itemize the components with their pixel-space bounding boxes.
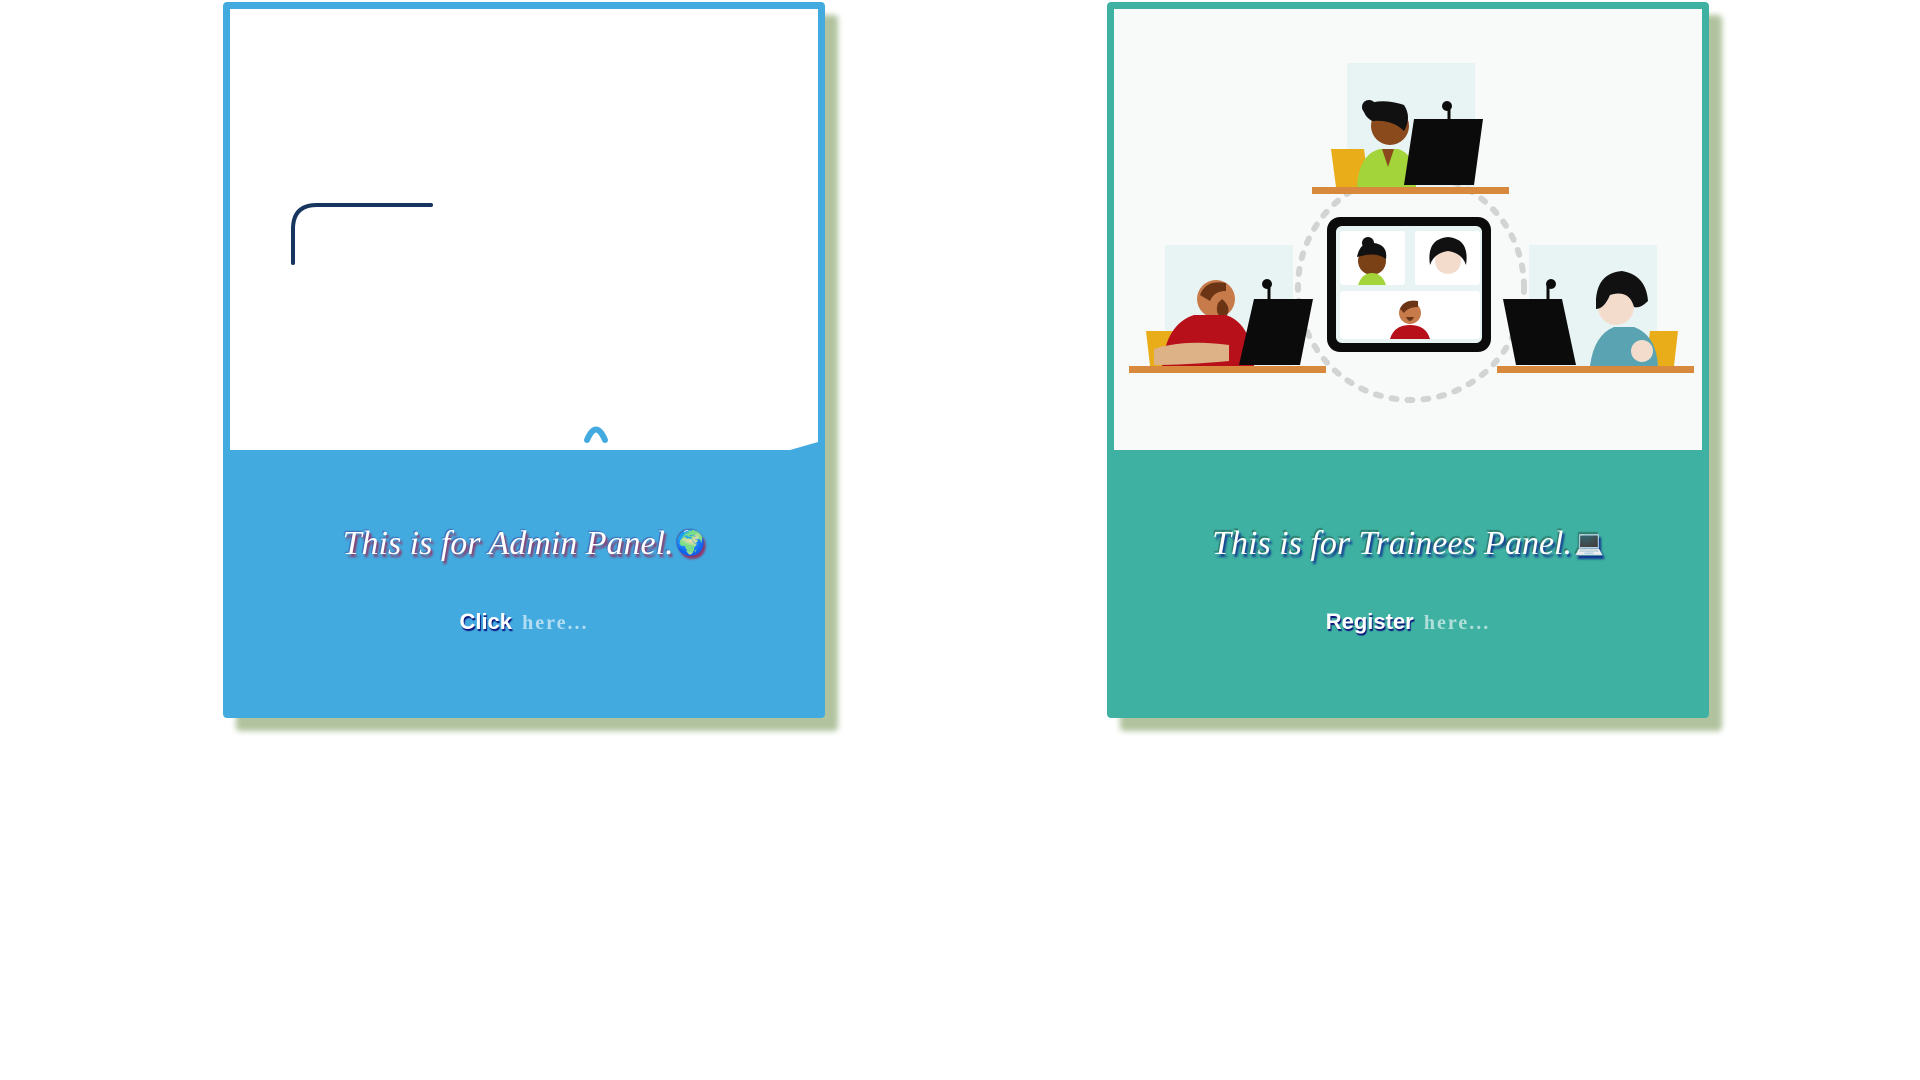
trainees-video-call-illustration (1114, 9, 1702, 450)
trainees-panel-title: This is for Trainees Panel.💻 (1212, 525, 1604, 562)
admin-panel-card[interactable]: This is for Admin Panel.🌍 Click here... (223, 2, 825, 718)
globe-icon: 🌍 (675, 531, 706, 557)
admin-panel-image (230, 9, 818, 450)
trainees-here-label[interactable]: here... (1424, 612, 1490, 634)
admin-panel-title: This is for Admin Panel.🌍 (342, 525, 706, 562)
admin-click-here-link[interactable]: Click here... (230, 609, 818, 635)
admin-here-label[interactable]: here... (522, 612, 588, 634)
admin-click-label[interactable]: Click (459, 609, 512, 634)
trainees-register-label[interactable]: Register (1326, 609, 1414, 634)
trainees-panel-card[interactable]: This is for Trainees Panel.💻 Register he… (1107, 2, 1709, 718)
trainees-register-here-link[interactable]: Register here... (1114, 609, 1702, 635)
laptop-icon: 💻 (1573, 531, 1604, 557)
